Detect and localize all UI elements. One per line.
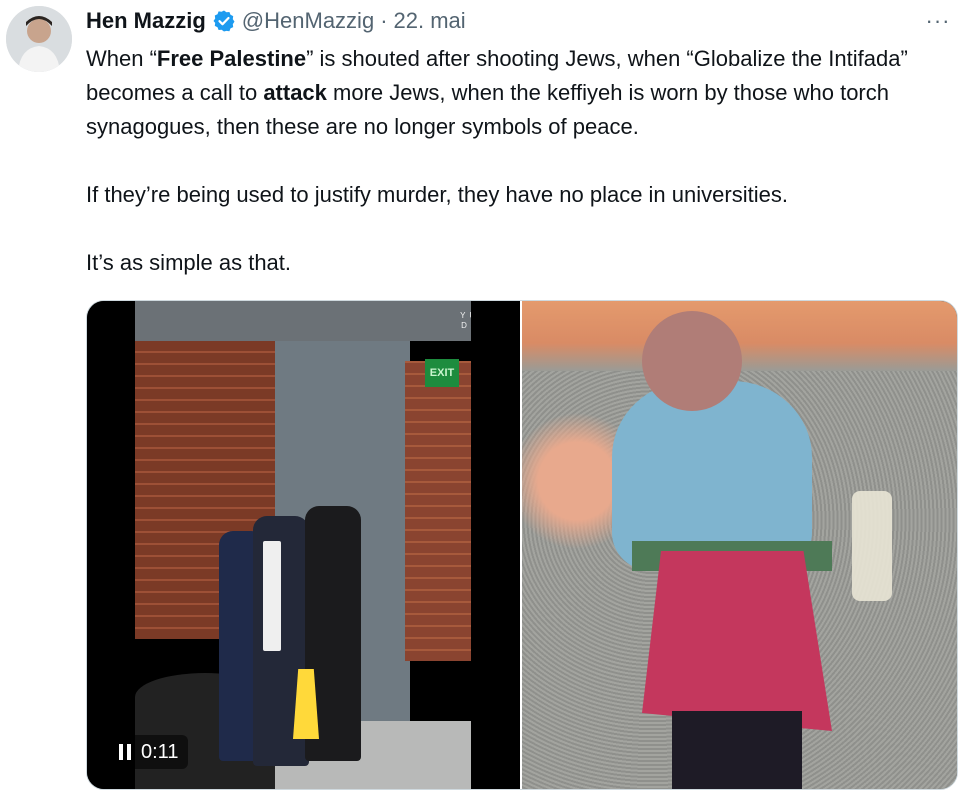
bold-text: Free Palestine bbox=[156, 46, 307, 71]
avatar[interactable] bbox=[6, 6, 72, 72]
exit-sign: EXIT bbox=[425, 359, 459, 387]
video-time: 0:11 bbox=[141, 740, 179, 763]
video-player[interactable]: EXIT YUVAL DAVID 0:11 bbox=[87, 301, 520, 789]
media-grid: EXIT YUVAL DAVID 0:11 bbox=[86, 300, 958, 790]
tweet-header: Hen Mazzig @HenMazzig · 22. mai bbox=[86, 6, 944, 36]
video-controls[interactable]: 0:11 bbox=[109, 735, 189, 769]
tweet-date[interactable]: 22. mai bbox=[394, 8, 466, 34]
media-image[interactable] bbox=[522, 301, 957, 789]
author-handle[interactable]: @HenMazzig bbox=[242, 8, 374, 34]
separator-dot: · bbox=[380, 8, 388, 33]
video-watermark: YUVAL DAVID bbox=[460, 311, 471, 330]
text-segment: When “ bbox=[86, 46, 157, 71]
tweet-text: When “Free Palestine” is shouted after s… bbox=[86, 42, 958, 280]
tweet-paragraph-3: It’s as simple as that. bbox=[86, 250, 292, 275]
video-frame: EXIT YUVAL DAVID bbox=[135, 301, 471, 789]
author-name[interactable]: Hen Mazzig bbox=[86, 8, 206, 34]
bold-text: attack bbox=[263, 80, 327, 105]
tweet-paragraph-1: When “Free Palestine” is shouted after s… bbox=[86, 42, 958, 144]
avatar-image bbox=[6, 6, 72, 72]
more-options-icon[interactable]: ··· bbox=[920, 6, 956, 36]
verified-badge-icon bbox=[212, 9, 236, 33]
pause-icon[interactable] bbox=[119, 744, 131, 760]
tweet-paragraph-2: If they’re being used to justify murder,… bbox=[86, 182, 788, 207]
